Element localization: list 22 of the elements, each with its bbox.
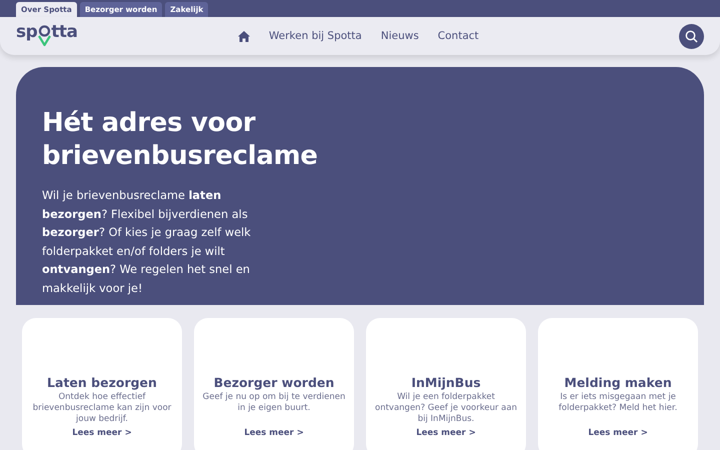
logo[interactable]: sp tta xyxy=(16,20,78,52)
nav-link[interactable]: Werken bij Spotta xyxy=(268,30,362,42)
card-text: Ontdek hoe effectief brievenbusreclame kan zijn voor jouw bedrijf. xyxy=(32,392,172,425)
read-more-link[interactable]: Lees meer > xyxy=(416,428,476,438)
card-text: Wil je een folderpakket ontvangen? Geef je voorkeur aan bij InMijnBus. xyxy=(374,392,518,425)
pin-icon xyxy=(38,25,52,47)
card-text: Geef je nu op om bij te verdienen in je eigen buurt. xyxy=(202,392,346,415)
card-title: Bezorger worden xyxy=(214,375,334,390)
search-icon xyxy=(685,30,698,42)
card-title: Melding maken xyxy=(564,375,672,390)
card-title: Laten bezorgen xyxy=(47,375,157,390)
nav-link[interactable]: Nieuws xyxy=(380,30,419,42)
hero-title: Hét adres voor brievenbusreclame xyxy=(42,107,319,173)
read-more-link[interactable]: Lees meer > xyxy=(72,428,132,438)
card-title: InMijnBus xyxy=(411,375,481,390)
read-more-link[interactable]: Lees meer > xyxy=(244,428,304,438)
hero-text: Wil je brievenbusreclame laten bezorgen? Flexibel bijverdienen als bezorger? Of kies je graag zelf welk folderpakket en/of folders je wilt ontvangen? We regelen het snel en makkelijk voor je! xyxy=(42,188,252,296)
read-more-link[interactable]: Lees meer > xyxy=(588,428,648,438)
search-button[interactable] xyxy=(679,24,704,48)
nav-link[interactable]: Contact xyxy=(438,30,479,42)
home-icon[interactable] xyxy=(238,30,250,42)
card-text: Is er iets misgegaan met je folderpakket? Meld het hier. xyxy=(558,392,678,415)
